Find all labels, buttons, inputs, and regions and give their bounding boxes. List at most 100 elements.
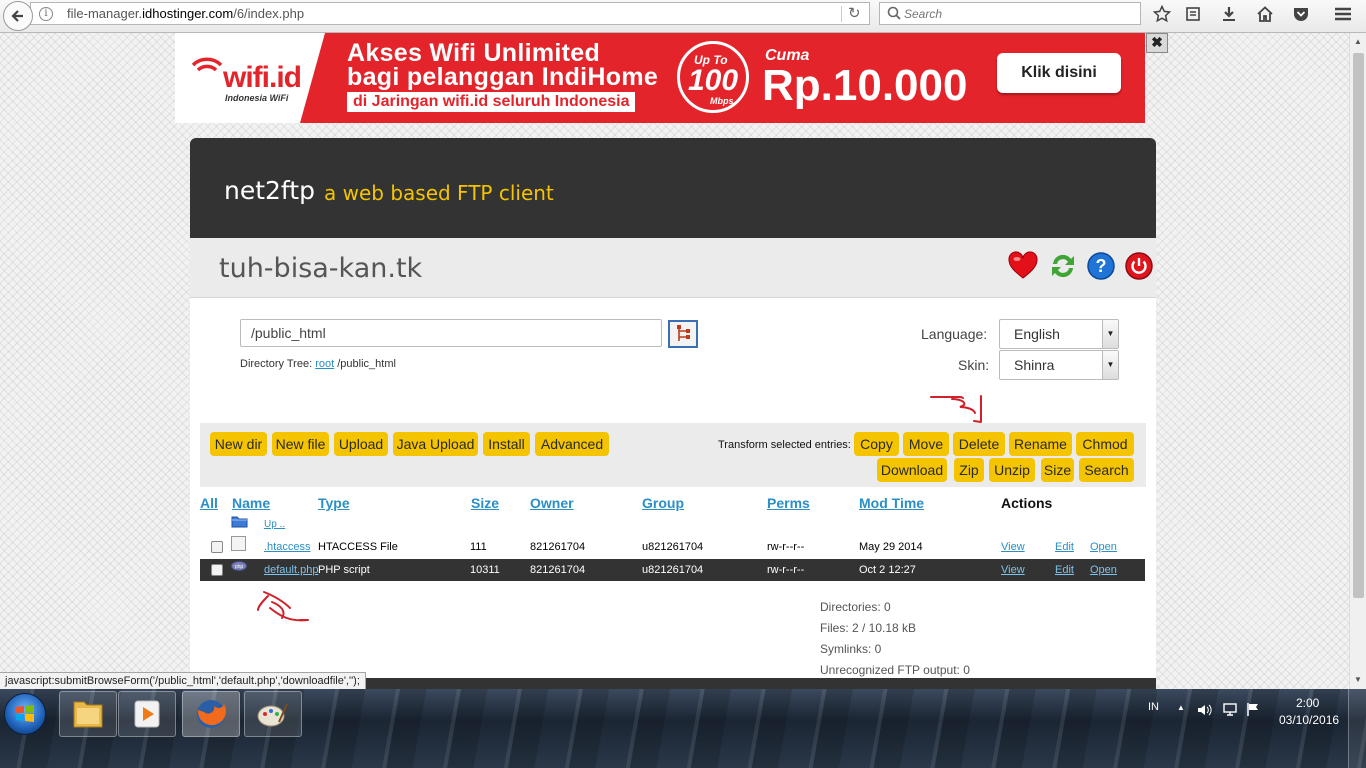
open-link[interactable]: Open [1090, 564, 1117, 576]
dropdown-arrow-icon[interactable]: ▼ [1102, 351, 1118, 379]
install-button[interactable]: Install [483, 432, 530, 456]
row-checkbox[interactable] [211, 564, 223, 576]
host-bar: tuh-bisa-kan.tk ? [190, 238, 1156, 298]
taskbar-paint[interactable] [244, 691, 302, 737]
edit-link[interactable]: Edit [1055, 541, 1074, 553]
help-icon[interactable]: ? [1086, 251, 1116, 281]
column-name-header[interactable]: Name [232, 495, 270, 511]
column-perms-header[interactable]: Perms [767, 495, 810, 511]
file-group: u821261704 [642, 541, 704, 553]
action-center-flag-icon[interactable] [1246, 702, 1260, 717]
reading-list-icon[interactable] [1182, 3, 1204, 25]
chmod-button[interactable]: Chmod [1076, 432, 1134, 456]
delete-button[interactable]: Delete [953, 432, 1005, 456]
clock-date[interactable]: 03/10/2016 [1279, 713, 1339, 727]
file-name-link[interactable]: default.php [264, 564, 318, 576]
speed-badge: Up To 100 Mbps [677, 41, 749, 113]
column-group-header[interactable]: Group [642, 495, 684, 511]
file-modtime: Oct 2 12:27 [859, 564, 916, 576]
search-input[interactable] [904, 4, 1134, 23]
taskbar-firefox[interactable] [182, 691, 240, 737]
parent-directory-link[interactable]: Up .. [264, 519, 285, 530]
scroll-up-icon[interactable]: ▲ [1354, 37, 1362, 46]
refresh-icon[interactable] [1048, 251, 1078, 281]
scrollbar-thumb[interactable] [1353, 53, 1364, 598]
new-file-button[interactable]: New file [272, 432, 329, 456]
taskbar-media-player[interactable] [118, 691, 176, 737]
select-all-link[interactable]: All [200, 495, 218, 511]
zip-button[interactable]: Zip [954, 458, 984, 482]
advanced-button[interactable]: Advanced [535, 432, 609, 456]
stat-directories: Directories: 0 [820, 600, 891, 614]
paint-icon [257, 703, 288, 727]
download-icon[interactable] [1218, 3, 1240, 25]
tray-expand-icon[interactable]: ▲ [1177, 703, 1185, 712]
taskbar-explorer[interactable] [59, 691, 117, 737]
directory-tree-root-link[interactable]: root [315, 358, 334, 370]
clock-time[interactable]: 2:00 [1296, 696, 1319, 710]
pocket-icon[interactable] [1290, 3, 1312, 25]
column-type-header[interactable]: Type [318, 495, 350, 511]
banner-line-2: bagi pelanggan IndiHome [347, 63, 659, 91]
search-icon [887, 6, 901, 20]
file-perms: rw-r--r-- [767, 541, 805, 553]
network-icon[interactable] [1222, 702, 1238, 717]
upload-button[interactable]: Upload [334, 432, 388, 456]
badge-number: 100 [688, 64, 739, 97]
copy-button[interactable]: Copy [854, 432, 899, 456]
bookmark-star-icon[interactable] [1151, 3, 1173, 25]
skin-select[interactable]: Shinra ▼ [999, 350, 1119, 380]
search-bar[interactable] [879, 2, 1141, 25]
directory-tree-path: /public_html [337, 358, 396, 370]
banner-close-button[interactable]: ✖ [1146, 33, 1168, 53]
show-desktop-button[interactable] [1348, 689, 1366, 768]
row-checkbox[interactable] [211, 541, 223, 553]
dropdown-arrow-icon[interactable]: ▼ [1102, 320, 1118, 348]
download-button[interactable]: Download [877, 458, 947, 482]
java-upload-button[interactable]: Java Upload [393, 432, 478, 456]
open-link[interactable]: Open [1090, 541, 1117, 553]
volume-icon[interactable] [1197, 703, 1213, 717]
host-name: tuh-bisa-kan.tk [219, 253, 423, 284]
logout-power-icon[interactable] [1124, 251, 1154, 281]
bookmark-heart-icon[interactable] [1008, 251, 1038, 281]
search-button[interactable]: Search [1079, 458, 1134, 482]
address-url[interactable]: file-manager.idhostinger.com/6/index.php [67, 3, 304, 24]
column-owner-header[interactable]: Owner [530, 495, 574, 511]
new-dir-button[interactable]: New dir [210, 432, 267, 456]
home-icon[interactable] [1254, 3, 1276, 25]
language-select[interactable]: English ▼ [999, 319, 1119, 349]
start-button[interactable] [4, 693, 46, 735]
size-button[interactable]: Size [1041, 458, 1074, 482]
column-size-header[interactable]: Size [471, 495, 499, 511]
address-bar[interactable]: i file-manager.idhostinger.com/6/index.p… [30, 2, 870, 25]
move-button[interactable]: Move [903, 432, 949, 456]
banner-cta-button[interactable]: Klik disini [997, 53, 1121, 93]
scroll-down-icon[interactable]: ▼ [1354, 675, 1362, 684]
file-owner: 821261704 [530, 541, 586, 553]
tray-language[interactable]: IN [1148, 701, 1159, 713]
directory-tree-breadcrumb: Directory Tree: root /public_html [240, 358, 396, 370]
rename-button[interactable]: Rename [1009, 432, 1072, 456]
browser-toolbar: i file-manager.idhostinger.com/6/index.p… [0, 0, 1366, 33]
ad-banner[interactable]: wifi.id Indonesia WiFi Akses Wifi Unlimi… [175, 33, 1145, 123]
banner-logo-sub: Indonesia WiFi [225, 93, 289, 103]
directory-tree-button[interactable] [668, 320, 698, 348]
column-modtime-header[interactable]: Mod Time [859, 495, 924, 511]
back-button[interactable] [3, 1, 33, 31]
page-info-icon[interactable]: i [39, 7, 53, 21]
view-link[interactable]: View [1001, 541, 1025, 553]
file-name-link[interactable]: .htaccess [264, 541, 310, 553]
directory-tree-label: Directory Tree: [240, 358, 313, 370]
directory-input[interactable] [240, 319, 662, 347]
unzip-button[interactable]: Unzip [989, 458, 1035, 482]
menu-icon[interactable] [1332, 3, 1354, 25]
view-link[interactable]: View [1001, 564, 1025, 576]
edit-link[interactable]: Edit [1055, 564, 1074, 576]
vertical-scrollbar[interactable]: ▲ ▼ [1349, 33, 1366, 689]
action-bar: New dir New file Upload Java Upload Inst… [200, 423, 1146, 487]
table-row: .htaccess HTACCESS File 111 821261704 u8… [200, 536, 1145, 558]
reload-icon[interactable]: ↻ [848, 3, 861, 24]
stat-unrecognized: Unrecognized FTP output: 0 [820, 663, 970, 677]
annotation-arrow-delete [930, 395, 982, 423]
